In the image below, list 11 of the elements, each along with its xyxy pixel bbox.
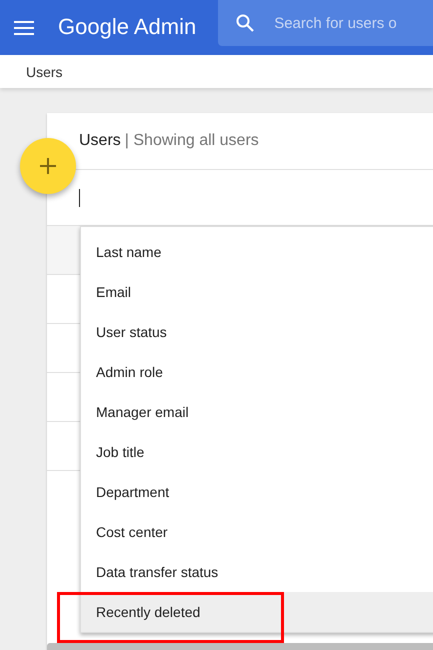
add-button[interactable]	[20, 138, 76, 194]
card-title: Users	[79, 132, 121, 150]
search-field[interactable]: Search for users o	[218, 0, 433, 46]
app-logo: Google Admin	[58, 14, 196, 40]
breadcrumb[interactable]: Users	[26, 64, 63, 80]
card-subtitle: | Showing all users	[124, 132, 259, 150]
text-cursor	[79, 188, 80, 206]
menu-item[interactable]: Recently deleted	[81, 592, 433, 632]
menu-icon	[14, 21, 34, 35]
scrollbar[interactable]	[47, 643, 433, 650]
plus-icon	[40, 158, 56, 174]
